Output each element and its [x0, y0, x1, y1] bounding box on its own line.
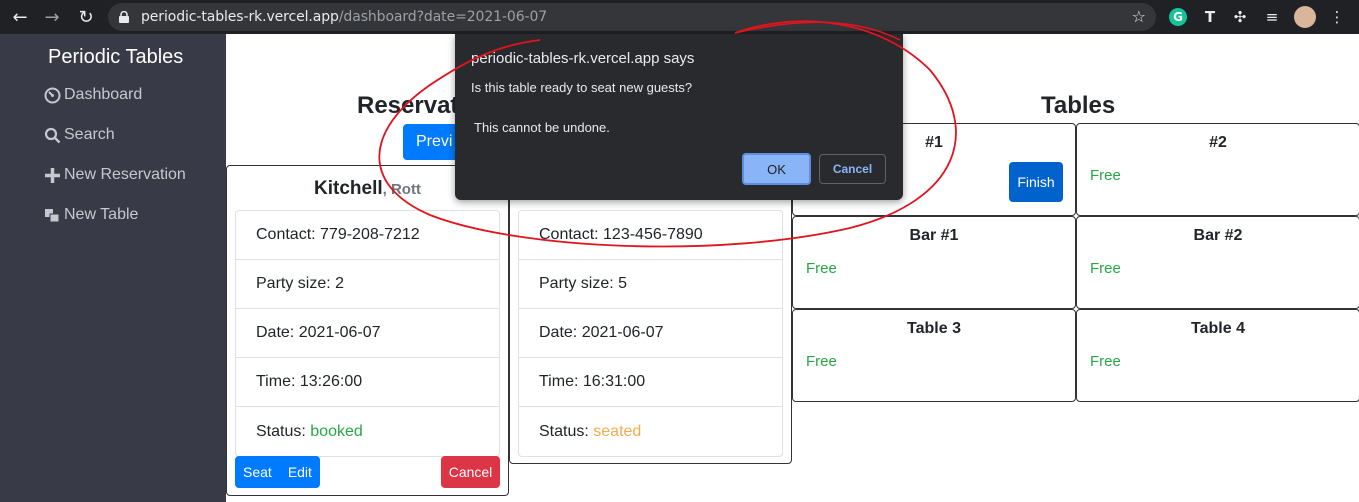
table-name: Bar #2 [1193, 227, 1243, 244]
status-label: Status: [256, 422, 306, 440]
reload-icon[interactable]: ↻ [76, 7, 96, 28]
table-card: Bar #1 Free [792, 216, 1076, 309]
dashboard-icon [44, 87, 61, 104]
dialog-title: periodic-tables-rk.vercel.app says [471, 50, 695, 67]
table-name: Table 4 [1191, 320, 1245, 337]
first-name: , Rott [382, 181, 421, 198]
table-name: Table 3 [907, 320, 961, 337]
table-card: #2 Free [1076, 123, 1359, 216]
sidebar-item-new-table[interactable]: New Table [44, 206, 138, 224]
status: Status: booked [236, 407, 499, 456]
dialog-warning: This cannot be undone. [474, 120, 610, 135]
party-size: Party size: 2 [236, 260, 499, 309]
browser-toolbar: ← → ↻ periodic-tables-rk.vercel.app/dash… [0, 0, 1359, 34]
table-status: Free [1090, 260, 1121, 277]
sidebar-item-label: New Reservation [64, 166, 186, 183]
finish-button[interactable]: Finish [1009, 162, 1063, 202]
contact: Contact: 123-456-7890 [519, 211, 782, 260]
lock-icon [119, 11, 129, 23]
profile-avatar[interactable] [1294, 6, 1316, 28]
status: Status: seated [519, 407, 782, 456]
puzzle-icon[interactable]: ✣ [1230, 7, 1250, 27]
sidebar-item-label: New Table [64, 206, 139, 223]
ok-button[interactable]: OK [742, 153, 811, 185]
url-text: periodic-tables-rk.vercel.app/dashboard?… [141, 9, 548, 25]
table-status: Free [1090, 353, 1121, 370]
table-name: Bar #1 [909, 227, 959, 244]
reservation-details: Contact: 779-208-7212 Party size: 2 Date… [235, 210, 500, 457]
edit-button[interactable]: Edit [280, 464, 320, 480]
seat-button[interactable]: Seat [235, 464, 280, 480]
address-bar[interactable]: periodic-tables-rk.vercel.app/dashboard?… [108, 3, 1156, 31]
reservation-details: Contact: 123-456-7890 Party size: 5 Date… [518, 210, 783, 457]
table-status: Free [806, 353, 837, 370]
sidebar-item-dashboard[interactable]: Dashboard [44, 86, 142, 104]
reservation-card: Kitchell, Rott Contact: 779-208-7212 Par… [226, 165, 509, 496]
reading-list-icon[interactable]: ≡ [1262, 7, 1282, 27]
status-badge: booked [310, 422, 363, 440]
app-title: Periodic Tables [48, 46, 184, 68]
date: Date: 2021-06-07 [236, 309, 499, 358]
forward-icon[interactable]: → [42, 7, 62, 28]
reservations-heading: Reservati [357, 92, 466, 119]
bookmark-star-icon[interactable]: ☆ [1132, 7, 1146, 26]
party-size: Party size: 5 [519, 260, 782, 309]
extension-t-icon[interactable]: T [1200, 7, 1220, 27]
last-name: Kitchell [314, 178, 383, 199]
table-card: Bar #2 Free [1076, 216, 1359, 309]
status-badge: seated [593, 422, 642, 440]
search-icon [44, 127, 61, 144]
contact: Contact: 779-208-7212 [236, 211, 499, 260]
table-name: #2 [1209, 134, 1227, 151]
menu-kebab-icon[interactable]: ⋮ [1327, 7, 1347, 27]
plus-icon [44, 167, 61, 184]
dialog-message: Is this table ready to seat new guests? [471, 80, 693, 95]
sidebar-item-label: Dashboard [64, 86, 143, 103]
table-icon [44, 207, 61, 224]
sidebar-item-label: Search [64, 126, 115, 143]
date: Date: 2021-06-07 [519, 309, 782, 358]
table-status: Free [806, 260, 837, 277]
confirm-dialog: periodic-tables-rk.vercel.app says Is th… [455, 34, 903, 200]
time: Time: 16:31:00 [519, 358, 782, 407]
table-status: Free [1090, 167, 1121, 184]
cancel-reservation-button[interactable]: Cancel [441, 456, 500, 488]
grammarly-icon[interactable]: G [1169, 8, 1187, 26]
seat-edit-group: Seat Edit [235, 456, 320, 488]
reservation-card: Contact: 123-456-7890 Party size: 5 Date… [509, 165, 792, 464]
dialog-cancel-button[interactable]: Cancel [819, 154, 886, 184]
sidebar-item-search[interactable]: Search [44, 126, 115, 144]
tables-heading: Tables [1041, 92, 1116, 119]
previous-button[interactable]: Previ [403, 124, 463, 160]
time: Time: 13:26:00 [236, 358, 499, 407]
status-label: Status: [539, 422, 589, 440]
table-card: Table 4 Free [1076, 309, 1359, 402]
back-icon[interactable]: ← [10, 7, 30, 28]
table-card: Table 3 Free [792, 309, 1076, 402]
sidebar-item-new-reservation[interactable]: New Reservation [44, 166, 186, 184]
sidebar: Periodic Tables Dashboard Search New Res… [0, 34, 226, 502]
